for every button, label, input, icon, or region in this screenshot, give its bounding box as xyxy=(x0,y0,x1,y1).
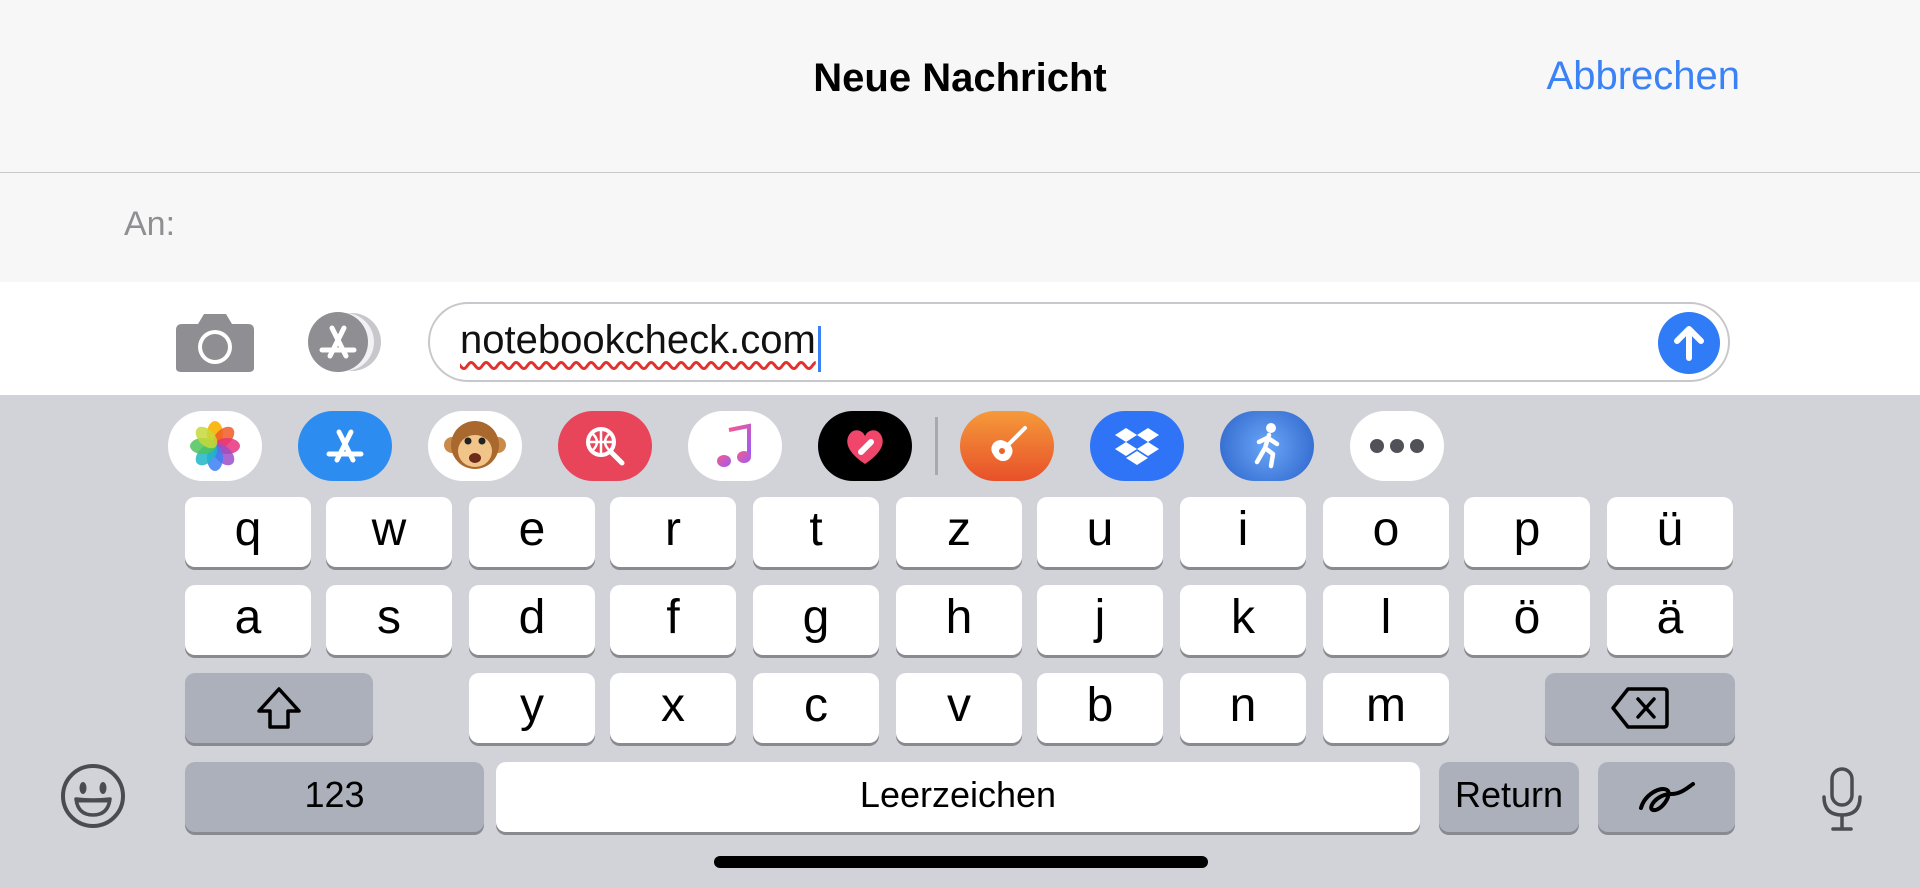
guitar-icon xyxy=(991,426,1027,462)
key-t[interactable]: t xyxy=(753,497,879,567)
app-store-app-button[interactable] xyxy=(298,411,392,481)
monkey-icon xyxy=(444,421,506,469)
app-store-button[interactable] xyxy=(300,310,390,374)
key-y[interactable]: y xyxy=(469,673,595,743)
numbers-key[interactable]: 123 xyxy=(185,762,484,832)
key-g[interactable]: g xyxy=(753,585,879,655)
key-x[interactable]: x xyxy=(610,673,736,743)
delete-backward-icon xyxy=(1611,687,1669,729)
key-k[interactable]: k xyxy=(1180,585,1306,655)
photos-icon xyxy=(190,421,240,471)
key-n[interactable]: n xyxy=(1180,673,1306,743)
message-text-wrap: notebookcheck.com xyxy=(460,318,821,372)
key-w[interactable]: w xyxy=(326,497,452,567)
key-b[interactable]: b xyxy=(1037,673,1163,743)
camera-button[interactable] xyxy=(174,310,256,374)
recipient-label: An: xyxy=(124,205,176,243)
fitness-run-app-button[interactable] xyxy=(1220,411,1314,481)
key-j[interactable]: j xyxy=(1037,585,1163,655)
app-store-icon xyxy=(308,312,381,372)
text-caret xyxy=(817,325,821,372)
microphone-icon xyxy=(1822,767,1862,831)
key-c[interactable]: c xyxy=(753,673,879,743)
compose-bar: notebookcheck.com xyxy=(0,282,1920,395)
key-s[interactable]: s xyxy=(326,585,452,655)
photos-app-button[interactable] xyxy=(168,411,262,481)
message-text: notebookcheck.com xyxy=(460,318,816,362)
more-apps-button[interactable] xyxy=(1350,411,1444,481)
app-store-icon xyxy=(326,429,364,463)
music-app-button[interactable] xyxy=(688,411,782,481)
shift-key[interactable] xyxy=(185,673,373,743)
key-v[interactable]: v xyxy=(896,673,1022,743)
key-l[interactable]: l xyxy=(1323,585,1449,655)
key-e[interactable]: e xyxy=(469,497,595,567)
space-key[interactable]: Leerzeichen xyxy=(496,762,1420,832)
key-f[interactable]: f xyxy=(610,585,736,655)
key-o-umlaut[interactable]: ö xyxy=(1464,585,1590,655)
dropbox-icon xyxy=(1115,428,1159,465)
emoji-button[interactable] xyxy=(58,761,128,831)
key-h[interactable]: h xyxy=(896,585,1022,655)
home-indicator[interactable] xyxy=(714,856,1208,868)
music-note-icon xyxy=(717,423,751,467)
handwriting-icon xyxy=(1638,782,1695,813)
return-key[interactable]: Return xyxy=(1439,762,1579,832)
key-r[interactable]: r xyxy=(610,497,736,567)
dictation-button[interactable] xyxy=(1820,767,1864,833)
key-d[interactable]: d xyxy=(469,585,595,655)
key-u[interactable]: u xyxy=(1037,497,1163,567)
animoji-app-button[interactable] xyxy=(428,411,522,481)
search-images-app-button[interactable] xyxy=(558,411,652,481)
message-input[interactable]: notebookcheck.com xyxy=(428,302,1730,382)
keyboard: q w e r t z u i o p ü a s d f g h j k l … xyxy=(0,395,1920,887)
shift-icon xyxy=(257,687,301,729)
ellipsis-icon xyxy=(1370,439,1424,453)
app-drawer-divider xyxy=(935,417,938,475)
globe-search-icon xyxy=(586,427,625,466)
key-p[interactable]: p xyxy=(1464,497,1590,567)
heart-icon xyxy=(847,430,883,464)
recipient-row[interactable]: An: xyxy=(0,173,1920,282)
dropbox-app-button[interactable] xyxy=(1090,411,1184,481)
digital-touch-app-button[interactable] xyxy=(818,411,912,481)
handwriting-key[interactable] xyxy=(1598,762,1735,832)
key-q[interactable]: q xyxy=(185,497,311,567)
key-m[interactable]: m xyxy=(1323,673,1449,743)
send-button[interactable] xyxy=(1658,312,1720,374)
arrow-up-icon xyxy=(1674,326,1704,361)
nav-bar: Neue Nachricht Abbrechen xyxy=(0,0,1920,173)
runner-icon xyxy=(1254,423,1280,469)
backspace-key[interactable] xyxy=(1545,673,1735,743)
key-a[interactable]: a xyxy=(185,585,311,655)
cancel-button[interactable]: Abbrechen xyxy=(1547,54,1740,99)
key-i[interactable]: i xyxy=(1180,497,1306,567)
garageband-app-button[interactable] xyxy=(960,411,1054,481)
key-z[interactable]: z xyxy=(896,497,1022,567)
camera-icon xyxy=(176,314,254,372)
key-o[interactable]: o xyxy=(1323,497,1449,567)
key-a-umlaut[interactable]: ä xyxy=(1607,585,1733,655)
emoji-icon xyxy=(61,764,125,828)
key-u-umlaut[interactable]: ü xyxy=(1607,497,1733,567)
